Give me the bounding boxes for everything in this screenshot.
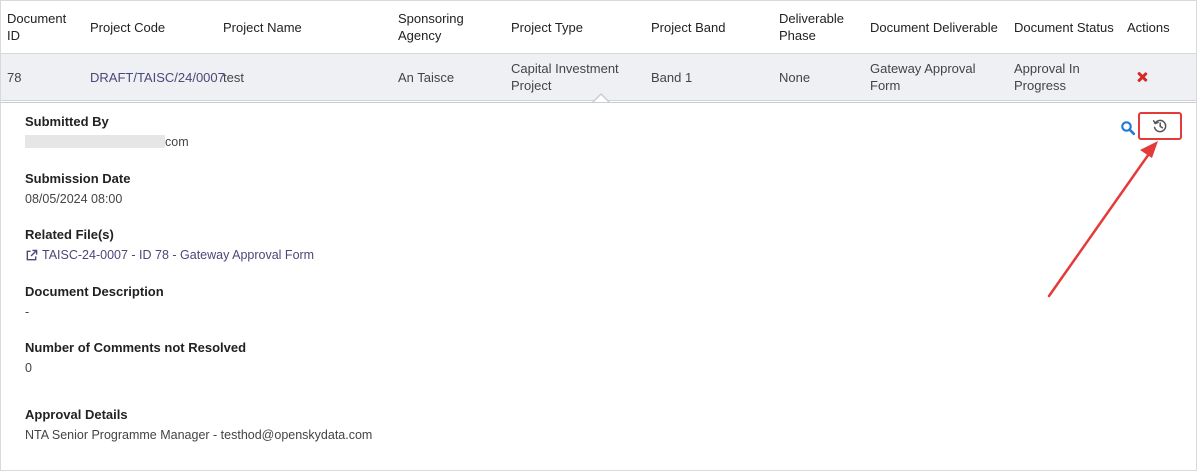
expand-caret-inner (594, 95, 608, 102)
cell-document-id: 78 (7, 69, 22, 85)
submission-date-field: Submission Date 08/05/2024 08:00 (25, 171, 130, 207)
cell-project-band: Band 1 (651, 69, 693, 85)
related-files-field: Related File(s) TAISC-24-0007 - ID 78 - … (25, 227, 314, 263)
submitted-by-field: Submitted By com (25, 114, 189, 150)
header-document-status[interactable]: Document Status (1014, 1, 1124, 53)
redacted-email (25, 135, 165, 148)
header-sponsoring-agency[interactable]: Sponsoring Agency (398, 1, 506, 53)
history-icon (1152, 119, 1167, 133)
submission-date-value: 08/05/2024 08:00 (25, 192, 123, 206)
search-icon[interactable] (1120, 120, 1136, 136)
approval-details-value: NTA Senior Programme Manager - testhod@o… (25, 428, 373, 442)
comments-not-resolved-label: Number of Comments not Resolved (25, 340, 247, 355)
comments-not-resolved-value: 0 (25, 361, 32, 375)
header-deliverable-phase[interactable]: Deliverable Phase (779, 1, 875, 53)
submitted-by-suffix: com (165, 135, 189, 149)
header-document-deliverable[interactable]: Document Deliverable (870, 1, 1005, 53)
header-project-code[interactable]: Project Code (90, 1, 218, 53)
external-link-icon (26, 249, 38, 260)
document-description-value: - (25, 305, 30, 319)
cell-project-type: Capital Investment Project (511, 61, 619, 93)
document-description-label: Document Description (25, 284, 164, 299)
cell-document-deliverable: Gateway Approval Form (870, 61, 976, 93)
header-document-id[interactable]: Document ID (7, 1, 85, 53)
table-header-row: Document ID Project Code Project Name Sp… (1, 1, 1196, 54)
submission-date-label: Submission Date (25, 171, 131, 186)
project-code-link[interactable]: DRAFT/TAISC/24/0007 (90, 54, 225, 100)
submitted-by-value: com (25, 134, 189, 150)
related-files-label: Related File(s) (25, 227, 114, 242)
header-project-band[interactable]: Project Band (651, 1, 774, 53)
related-file-name[interactable]: TAISC-24-0007 - ID 78 - Gateway Approval… (42, 247, 314, 263)
header-actions: Actions (1127, 19, 1170, 35)
document-description-field: Document Description - (25, 284, 164, 320)
header-project-name[interactable]: Project Name (223, 1, 393, 53)
actions-cell (1127, 54, 1187, 100)
approval-details-label: Approval Details (25, 407, 128, 422)
history-button[interactable] (1138, 112, 1182, 140)
cell-project-name: test (223, 69, 244, 85)
comments-not-resolved-field: Number of Comments not Resolved 0 (25, 340, 246, 376)
related-file-link[interactable]: TAISC-24-0007 - ID 78 - Gateway Approval… (25, 247, 314, 263)
close-icon[interactable] (1135, 70, 1149, 84)
submitted-by-label: Submitted By (25, 114, 109, 129)
document-table-frame: Document ID Project Code Project Name Sp… (0, 0, 1197, 471)
approval-details-field: Approval Details NTA Senior Programme Ma… (25, 407, 372, 443)
cell-sponsoring-agency: An Taisce (398, 69, 455, 85)
cell-document-status: Approval In Progress (1014, 61, 1080, 93)
header-project-type[interactable]: Project Type (511, 1, 646, 53)
cell-deliverable-phase: None (779, 69, 811, 85)
